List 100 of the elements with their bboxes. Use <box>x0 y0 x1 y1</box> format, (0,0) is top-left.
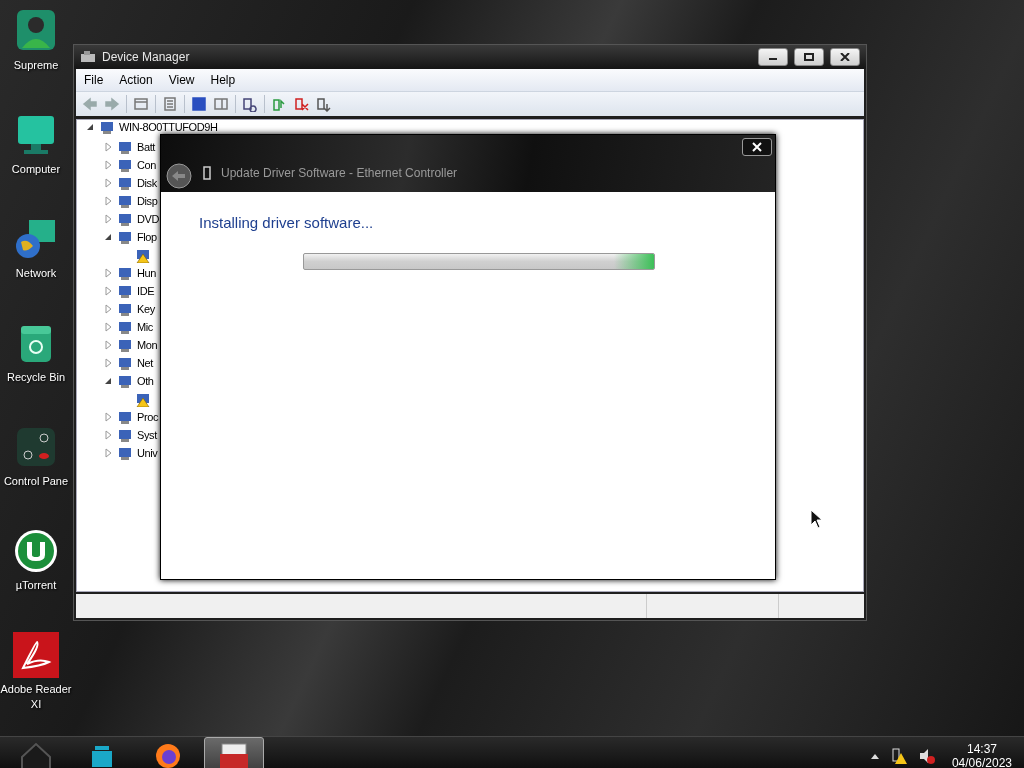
back-button-icon[interactable] <box>165 162 193 190</box>
collapsed-arrow-icon[interactable] <box>103 340 113 350</box>
torrent-icon <box>13 528 59 574</box>
house-icon <box>18 741 54 768</box>
tree-item[interactable]: Oth <box>137 375 154 387</box>
warning-device-icon <box>135 247 151 263</box>
tree-item[interactable]: Disk <box>137 177 157 189</box>
close-icon <box>840 53 850 61</box>
browser-icon <box>154 742 182 768</box>
date-text: 04/06/2023 <box>951 756 1012 768</box>
scan-icon[interactable] <box>242 96 258 112</box>
close-button[interactable] <box>830 48 860 66</box>
window-icon[interactable] <box>213 96 229 112</box>
tree-item[interactable]: IDE <box>137 285 155 297</box>
desktop-icon-label[interactable]: Supreme <box>0 58 72 73</box>
expanded-arrow-icon[interactable] <box>85 122 95 132</box>
device-icon <box>203 166 211 180</box>
collapsed-arrow-icon[interactable] <box>103 196 113 206</box>
muted-speaker-icon[interactable] <box>917 747 936 765</box>
device-manager-icon <box>80 49 96 65</box>
collapsed-arrow-icon[interactable] <box>103 358 113 368</box>
window-title: Device Manager <box>102 50 191 64</box>
tree-item[interactable]: Batt <box>137 141 155 153</box>
collapsed-arrow-icon[interactable] <box>103 160 113 170</box>
mouse-cursor-icon <box>810 509 824 529</box>
tree-item[interactable]: Mon <box>137 339 158 351</box>
collapsed-arrow-icon[interactable] <box>103 178 113 188</box>
device-icon <box>117 445 133 461</box>
device-icon <box>117 229 133 245</box>
device-icon <box>117 265 133 281</box>
collapsed-arrow-icon[interactable] <box>103 430 113 440</box>
desktop-icon-label[interactable]: Network <box>0 266 72 281</box>
dialog-title: Update Driver Software - Ethernet Controller <box>221 166 458 180</box>
device-icon <box>117 301 133 317</box>
clock[interactable]: 14:37 04/06/2023 <box>945 742 1018 768</box>
collapsed-arrow-icon[interactable] <box>103 322 113 332</box>
device-icon <box>117 355 133 371</box>
device-icon <box>117 373 133 389</box>
collapsed-arrow-icon[interactable] <box>103 142 113 152</box>
menu-item[interactable]: Help <box>202 73 244 87</box>
maximize-icon <box>804 53 814 61</box>
desktop-icon-label[interactable]: Control Pane <box>0 474 72 489</box>
close-button[interactable] <box>742 138 772 156</box>
device-icon <box>117 193 133 209</box>
device-icon <box>117 427 133 443</box>
expanded-arrow-icon[interactable] <box>103 376 113 386</box>
device-icon <box>117 211 133 227</box>
menu-item[interactable]: Action <box>111 73 161 87</box>
pdf-reader-icon <box>13 632 59 678</box>
warning-device-icon <box>135 391 151 407</box>
tree-item[interactable]: Flop <box>137 231 157 243</box>
device-icon <box>99 120 115 135</box>
menu-item[interactable]: File <box>76 73 112 87</box>
menu-item[interactable]: View <box>160 73 203 87</box>
device-icon <box>117 337 133 353</box>
tree-item[interactable]: Con <box>137 159 156 171</box>
device-icon <box>117 157 133 173</box>
collapsed-arrow-icon[interactable] <box>103 268 113 278</box>
desktop-icon-label[interactable]: Recycle Bin <box>0 370 72 385</box>
add-device-icon[interactable] <box>315 96 331 112</box>
tree-item[interactable]: DVD <box>137 213 160 225</box>
cabinet-icon <box>89 743 115 768</box>
desktop-icon-label[interactable]: Adobe Reader XI <box>0 682 72 712</box>
tree-item[interactable]: Syst <box>137 429 157 441</box>
collapsed-arrow-icon[interactable] <box>103 214 113 224</box>
update-icon[interactable] <box>271 96 287 112</box>
desktop-icon-label[interactable]: µTorrent <box>0 578 72 593</box>
device-icon <box>117 283 133 299</box>
dialog-heading: Installing driver software... <box>199 214 375 231</box>
expanded-arrow-icon[interactable] <box>103 232 113 242</box>
minimize-button[interactable] <box>758 48 788 66</box>
device-icon <box>117 175 133 191</box>
device-icon <box>117 319 133 335</box>
collapsed-arrow-icon[interactable] <box>103 412 113 422</box>
toolbox-icon <box>218 742 250 768</box>
network-warning-icon[interactable] <box>889 747 908 765</box>
collapsed-arrow-icon[interactable] <box>103 304 113 314</box>
time-text: 14:37 <box>966 742 997 756</box>
tree-item[interactable]: Key <box>137 303 155 315</box>
tree-item[interactable]: Disp <box>137 195 158 207</box>
forward-arrow-icon[interactable] <box>104 96 120 112</box>
tree-item[interactable]: Hun <box>137 267 156 279</box>
tree-item[interactable]: Univ <box>137 447 158 459</box>
close-icon <box>752 142 762 152</box>
collapsed-arrow-icon[interactable] <box>103 448 113 458</box>
tree-item[interactable]: WIN-8O0TTUFOD9H <box>119 121 218 133</box>
tree-item[interactable]: Mic <box>137 321 153 333</box>
device-icon <box>117 139 133 155</box>
taskbar-button[interactable] <box>204 737 264 768</box>
back-arrow-icon[interactable] <box>82 96 98 112</box>
window-icon[interactable] <box>133 96 149 112</box>
tree-item[interactable]: Net <box>137 357 153 369</box>
tree-item[interactable]: Proc <box>137 411 159 423</box>
sheet-icon[interactable] <box>162 96 178 112</box>
desktop-icon-label[interactable]: Computer <box>0 162 72 177</box>
show-hidden-icons-icon[interactable] <box>869 752 880 760</box>
uninstall-icon[interactable] <box>293 96 309 112</box>
collapsed-arrow-icon[interactable] <box>103 286 113 296</box>
maximize-button[interactable] <box>794 48 824 66</box>
device-icon <box>117 409 133 425</box>
